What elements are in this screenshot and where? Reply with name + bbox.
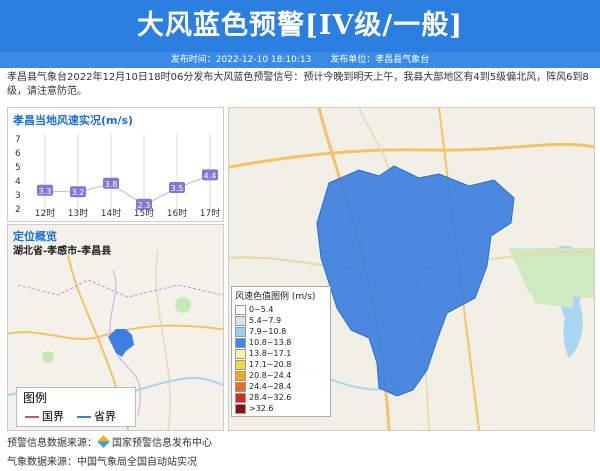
legend-swatch [235, 304, 246, 315]
publisher: 发布单位：孝昌县气象台 [330, 55, 430, 65]
hour-tick-label: 12时 [35, 207, 55, 219]
legend-label: 0~5.4 [249, 305, 274, 314]
legend-label: 7.9~10.8 [249, 327, 287, 336]
location-overview-panel: 定位概览 湖北省-孝感市-孝昌县 图例 国界 省界 [7, 224, 224, 431]
warning-title: 大风蓝色预警[IV级/一般] [137, 10, 463, 41]
legend-item: 24.4~28.4 [235, 381, 327, 392]
warning-meta: 发布时间：2022-12-10 18:10:13 发布单位：孝昌县气象台 [0, 52, 600, 68]
legend-swatch [235, 337, 246, 348]
legend-label: 17.1~20.8 [249, 360, 292, 369]
legend-label: 10.8~13.8 [249, 338, 292, 347]
hour-tick-label: 16时 [167, 207, 187, 219]
wind-color-legend: 风速色值图例 (m/s) 0~5.4 5.4~7.9 7.9~10.8 10.8~13… [231, 286, 331, 417]
wind-value-label: 4.4 [204, 171, 217, 180]
hour-tick-label: 15时 [134, 207, 154, 219]
y-tick-label: 6 [15, 149, 21, 159]
legend-swatch [235, 370, 246, 381]
hour-tick-label: 17时 [200, 207, 220, 219]
warning-source-link[interactable]: 国家预警信息发布中心 [112, 438, 212, 449]
y-tick-label: 7 [15, 135, 21, 145]
legend-label: 5.4~7.9 [249, 316, 282, 325]
publish-time: 发布时间：2022-12-10 18:10:13 [170, 55, 312, 65]
legend-label: 24.4~28.4 [249, 382, 292, 391]
wind-warning-map[interactable]: 风速色值图例 (m/s) 0~5.4 5.4~7.9 7.9~10.8 10.8~13… [228, 107, 595, 431]
wind-series-line [44, 174, 211, 206]
legend-swatch [235, 315, 246, 326]
legend-label: 28.4~32.6 [249, 393, 292, 402]
legend-swatch [235, 359, 246, 370]
warning-source: 预警信息数据来源： 国家预警信息发布中心 [7, 434, 212, 449]
legend-provincial-border: 省界 [77, 408, 116, 424]
wind-value-label: 3.2 [72, 188, 85, 197]
weather-source-name: 中国气象局全国自动站实况 [77, 457, 197, 468]
y-tick-label: 3 [15, 191, 21, 201]
legend-national-border: 国界 [25, 408, 64, 424]
boundary-legend-title: 图例 [23, 391, 48, 405]
wind-legend-title: 风速色值图例 (m/s) [235, 292, 316, 302]
hour-tick-label: 13时 [68, 207, 88, 219]
legend-item: 13.8~17.1 [235, 348, 327, 359]
warning-center-logo-icon [97, 435, 110, 448]
provincial-border-line-icon [77, 416, 91, 418]
location-region: 湖北省-孝感市-孝昌县 [13, 246, 112, 257]
legend-item: >32.6 [235, 403, 327, 414]
legend-label: 20.8~24.4 [249, 371, 292, 380]
national-border-line-icon [25, 416, 39, 418]
legend-label: >32.6 [249, 404, 274, 413]
legend-item: 28.4~32.6 [235, 392, 327, 403]
legend-item: 0~5.4 [235, 304, 327, 315]
legend-item: 7.9~10.8 [235, 326, 327, 337]
hour-tick-label: 14时 [101, 207, 121, 219]
legend-swatch [235, 348, 246, 359]
wind-speed-panel: 孝昌当地风速实况(m/s) 765432 3.3 12时 3.2 13时 3.8 14时 2… [7, 107, 224, 222]
legend-item: 10.8~13.8 [235, 337, 327, 348]
boundary-legend: 图例 国界 省界 [16, 387, 136, 427]
legend-swatch [235, 326, 246, 337]
legend-swatch [235, 403, 246, 414]
legend-swatch [235, 392, 246, 403]
wind-value-label: 3.5 [171, 184, 184, 193]
legend-item: 5.4~7.9 [235, 315, 327, 326]
wind-value-label: 3.8 [105, 180, 118, 189]
legend-label: 13.8~17.1 [249, 349, 292, 358]
weather-source: 气象数据来源：中国气象局全国自动站实况 [7, 457, 197, 468]
wind-value-label: 3.3 [39, 187, 52, 196]
y-tick-label: 4 [15, 177, 21, 187]
warning-banner: 大风蓝色预警[IV级/一般] [0, 0, 600, 52]
legend-item: 20.8~24.4 [235, 370, 327, 381]
legend-item: 17.1~20.8 [235, 359, 327, 370]
wind-speed-chart: 765432 3.312时3.213时3.814时2.315时3.516时4.4… [15, 133, 220, 219]
y-tick-label: 5 [15, 163, 21, 173]
warning-description: 孝昌县气象台2022年12月10日18时06分发布大风蓝色预警信号：预计今晚到明… [7, 72, 589, 97]
legend-swatch [235, 381, 246, 392]
y-tick-label: 2 [15, 205, 21, 215]
